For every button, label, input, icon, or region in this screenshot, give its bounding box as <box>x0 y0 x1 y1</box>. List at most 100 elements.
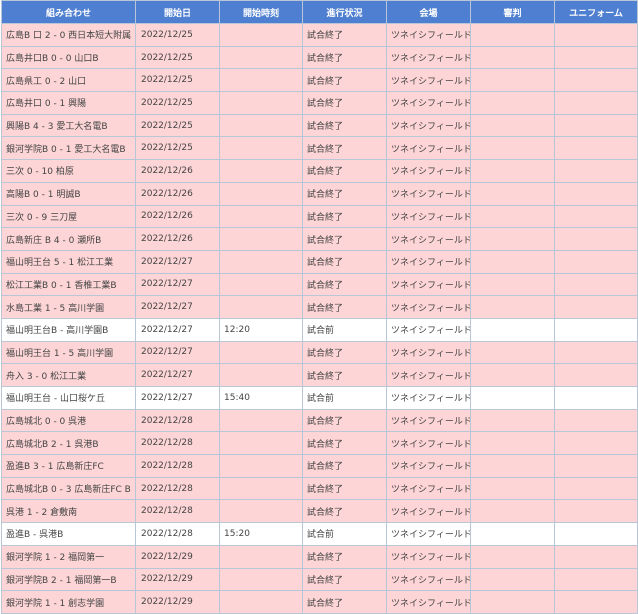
table-row[interactable]: 盈進B - 呉港B 2022/12/28 15:20 試合前 ツネイシフィールドB <box>1 522 638 546</box>
time-cell <box>219 476 303 501</box>
venue-cell: ツネイシフィールドB <box>386 159 471 183</box>
header-status[interactable]: 進行状況 <box>302 0 387 24</box>
matchup-cell[interactable]: 三次 0 - 10 柏原 <box>1 159 136 183</box>
referee-cell <box>470 23 555 47</box>
uniform-cell <box>554 159 638 183</box>
table-row[interactable]: 盈進B 3 - 1 広島新庄FC 2022/12/28 試合終了 ツネイシフィールドB <box>1 454 638 478</box>
referee-cell <box>470 159 555 183</box>
time-cell <box>219 249 303 274</box>
header-start-date[interactable]: 開始日 <box>135 0 220 24</box>
matchup-cell[interactable]: 広島井口B 0 - 0 山口B <box>1 45 136 70</box>
matchup-cell[interactable]: 福山明王台B - 高川学園B <box>1 317 136 342</box>
table-row[interactable]: 広島B 口 2 - 0 西日本短大附属 2022/12/25 試合終了 ツネイシフィー… <box>1 23 638 47</box>
table-row[interactable]: 銀河学院 1 - 1 創志学園 2022/12/29 試合終了 ツネイシフィールドB <box>1 590 638 614</box>
matchup-cell[interactable]: 広島新庄 B 4 - 0 瀬所B <box>1 227 136 251</box>
matchup-cell[interactable]: 福山明王台 - 山口桜ケ丘 <box>1 386 136 410</box>
status-cell: 試合終了 <box>302 590 387 614</box>
venue-cell: ツネイシフィールドB <box>386 340 471 365</box>
uniform-cell <box>554 113 638 138</box>
referee-cell <box>470 476 555 501</box>
venue-cell: ツネイシフィールドB <box>386 23 471 47</box>
date-cell: 2022/12/25 <box>135 45 220 70</box>
table-row[interactable]: 銀河学院B 0 - 1 愛工大名電B 2022/12/25 試合終了 ツネイシフィール… <box>1 136 638 161</box>
date-cell: 2022/12/28 <box>135 431 220 456</box>
table-row[interactable]: 興陽B 4 - 3 愛工大名電B 2022/12/25 試合終了 ツネイシフィールドB <box>1 113 638 138</box>
uniform-cell <box>554 499 638 524</box>
matchup-cell[interactable]: 広島B 口 2 - 0 西日本短大附属 <box>1 23 136 47</box>
matchup-cell[interactable]: 呉港 1 - 2 倉敷南 <box>1 499 136 524</box>
table-row[interactable]: 広島新庄 B 4 - 0 瀬所B 2022/12/26 試合終了 ツネイシフィールドB <box>1 227 638 251</box>
status-cell: 試合終了 <box>302 113 387 138</box>
time-cell <box>219 45 303 70</box>
referee-cell <box>470 136 555 161</box>
matchup-cell[interactable]: 広島城北B 2 - 1 呉港B <box>1 431 136 456</box>
table-row[interactable]: 銀河学院 1 - 2 福岡第一 2022/12/29 試合終了 ツネイシフィールドB <box>1 544 638 569</box>
matchup-cell[interactable]: 三次 0 - 9 三刀屋 <box>1 204 136 229</box>
venue-cell: ツネイシフィールドB <box>386 249 471 274</box>
venue-cell: ツネイシフィールドB <box>386 295 471 319</box>
table-row[interactable]: 三次 0 - 10 柏原 2022/12/26 試合終了 ツネイシフィールドB <box>1 159 638 183</box>
header-matchup[interactable]: 組み合わせ <box>1 0 136 24</box>
referee-cell <box>470 522 555 546</box>
table-row[interactable]: 広島城北B 0 - 3 広島新庄FC B 2022/12/28 試合終了 ツネイシフィ… <box>1 476 638 501</box>
matchup-cell[interactable]: 福山明王台 5 - 1 松江工業 <box>1 249 136 274</box>
venue-cell: ツネイシフィールドB <box>386 386 471 410</box>
date-cell: 2022/12/29 <box>135 590 220 614</box>
uniform-cell <box>554 227 638 251</box>
table-row[interactable]: 広島県工 0 - 2 山口 2022/12/25 試合終了 ツネイシフィールドB <box>1 68 638 93</box>
status-cell: 試合終了 <box>302 23 387 47</box>
matchup-cell[interactable]: 福山明王台 1 - 5 高川学園 <box>1 340 136 365</box>
matchup-cell[interactable]: 広島井口 0 - 1 興陽 <box>1 91 136 115</box>
matchup-cell[interactable]: 銀河学院 1 - 1 創志学園 <box>1 590 136 614</box>
matchup-cell[interactable]: 銀河学院B 2 - 1 福岡第一B <box>1 567 136 592</box>
table-row[interactable]: 広島城北B 2 - 1 呉港B 2022/12/28 試合終了 ツネイシフィールドB <box>1 431 638 456</box>
table-row[interactable]: 福山明王台 1 - 5 高川学園 2022/12/27 試合終了 ツネイシフィールドB <box>1 340 638 365</box>
referee-cell <box>470 431 555 456</box>
header-venue[interactable]: 会場 <box>386 0 471 24</box>
status-cell: 試合前 <box>302 522 387 546</box>
header-start-time[interactable]: 開始時刻 <box>219 0 303 24</box>
matchup-cell[interactable]: 興陽B 4 - 3 愛工大名電B <box>1 113 136 138</box>
matchup-cell[interactable]: 高陽B 0 - 1 明誠B <box>1 181 136 206</box>
status-cell: 試合終了 <box>302 159 387 183</box>
venue-cell: ツネイシフィールドB <box>386 454 471 478</box>
status-cell: 試合終了 <box>302 544 387 569</box>
table-row[interactable]: 福山明王台B - 高川学園B 2022/12/27 12:20 試合前 ツネイシフィール… <box>1 317 638 342</box>
matchup-cell[interactable]: 松江工業B 0 - 1 香椎工業B <box>1 272 136 297</box>
date-cell: 2022/12/28 <box>135 476 220 501</box>
matchup-cell[interactable]: 銀河学院 1 - 2 福岡第一 <box>1 544 136 569</box>
table-row[interactable]: 舟入 3 - 0 松江工業 2022/12/27 試合終了 ツネイシフィールドB <box>1 363 638 387</box>
status-cell: 試合終了 <box>302 91 387 115</box>
uniform-cell <box>554 363 638 387</box>
table-row[interactable]: 銀河学院B 2 - 1 福岡第一B 2022/12/29 試合終了 ツネイシフィールド… <box>1 567 638 592</box>
venue-cell: ツネイシフィールドB <box>386 136 471 161</box>
table-row[interactable]: 広島井口 0 - 1 興陽 2022/12/25 試合終了 ツネイシフィールドB <box>1 91 638 115</box>
header-referee[interactable]: 審判 <box>470 0 555 24</box>
status-cell: 試合終了 <box>302 68 387 93</box>
uniform-cell <box>554 181 638 206</box>
referee-cell <box>470 68 555 93</box>
uniform-cell <box>554 91 638 115</box>
header-uniform[interactable]: ユニフォーム <box>554 0 638 24</box>
table-row[interactable]: 広島井口B 0 - 0 山口B 2022/12/25 試合終了 ツネイシフィールドB <box>1 45 638 70</box>
table-row[interactable]: 広島城北 0 - 0 呉港 2022/12/28 試合終了 ツネイシフィールドB <box>1 408 638 433</box>
matchup-cell[interactable]: 広島城北B 0 - 3 広島新庄FC B <box>1 476 136 501</box>
table-row[interactable]: 三次 0 - 9 三刀屋 2022/12/26 試合終了 ツネイシフィールドB <box>1 204 638 229</box>
referee-cell <box>470 227 555 251</box>
matchup-cell[interactable]: 水島工業 1 - 5 高川学園 <box>1 295 136 319</box>
table-row[interactable]: 水島工業 1 - 5 高川学園 2022/12/27 試合終了 ツネイシフィールドB <box>1 295 638 319</box>
matchup-cell[interactable]: 舟入 3 - 0 松江工業 <box>1 363 136 387</box>
matchup-cell[interactable]: 盈進B - 呉港B <box>1 522 136 546</box>
matchup-cell[interactable]: 盈進B 3 - 1 広島新庄FC <box>1 454 136 478</box>
time-cell <box>219 590 303 614</box>
matchup-cell[interactable]: 銀河学院B 0 - 1 愛工大名電B <box>1 136 136 161</box>
matchup-cell[interactable]: 広島城北 0 - 0 呉港 <box>1 408 136 433</box>
table-row[interactable]: 福山明王台 - 山口桜ケ丘 2022/12/27 15:40 試合前 ツネイシフィールド… <box>1 386 638 410</box>
time-cell <box>219 295 303 319</box>
table-row[interactable]: 松江工業B 0 - 1 香椎工業B 2022/12/27 試合終了 ツネイシフィールド… <box>1 272 638 297</box>
matchup-cell[interactable]: 広島県工 0 - 2 山口 <box>1 68 136 93</box>
table-row[interactable]: 高陽B 0 - 1 明誠B 2022/12/26 試合終了 ツネイシフィールドB <box>1 181 638 206</box>
table-row[interactable]: 福山明王台 5 - 1 松江工業 2022/12/27 試合終了 ツネイシフィールドB <box>1 249 638 274</box>
time-cell <box>219 363 303 387</box>
table-row[interactable]: 呉港 1 - 2 倉敷南 2022/12/28 試合終了 ツネイシフィールドB <box>1 499 638 524</box>
